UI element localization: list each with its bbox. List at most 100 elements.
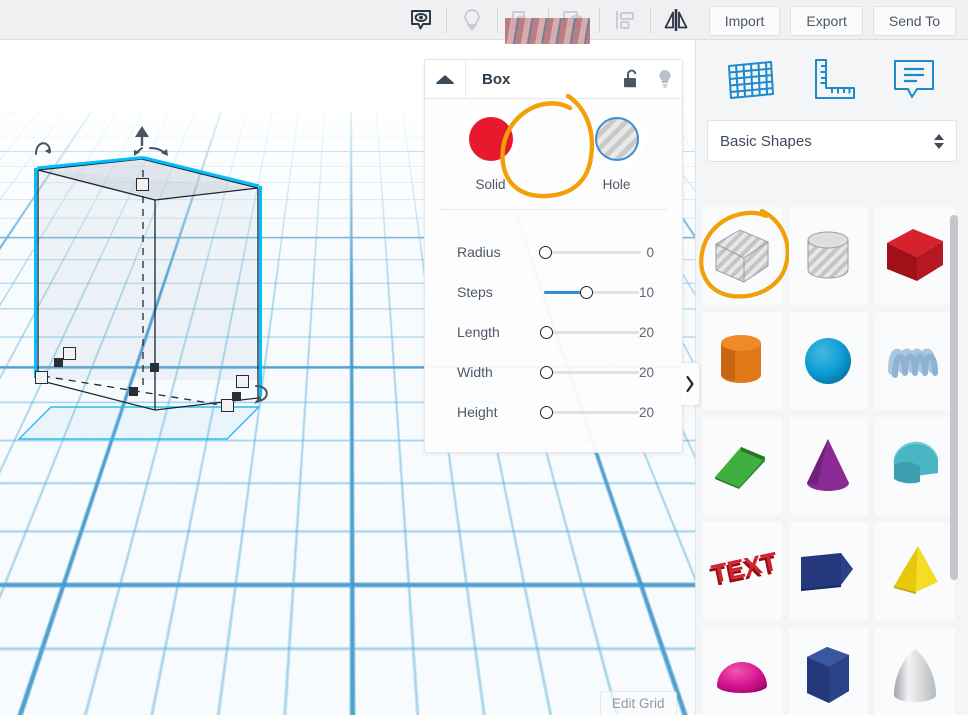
- align-tool[interactable]: [600, 0, 650, 39]
- resize-handle-small-3[interactable]: [150, 363, 159, 372]
- workplane-icon: [728, 61, 775, 99]
- resize-handle-top[interactable]: [136, 178, 149, 191]
- rotate-handle-right[interactable]: [248, 380, 282, 410]
- shape-hexagon[interactable]: [788, 627, 869, 715]
- shape-polygon-wedge[interactable]: [788, 522, 869, 620]
- top-toolbar: Import Export Send To: [0, 0, 968, 40]
- slider-row-height: Height 20: [425, 392, 682, 432]
- cyan-halfcylinder-thumb: [893, 441, 939, 484]
- chevron-right-icon: [686, 375, 694, 393]
- shape-library-select[interactable]: Basic Shapes: [707, 120, 957, 162]
- red-box-thumb: [887, 229, 944, 281]
- shapes-scrollbar-thumb[interactable]: [950, 215, 958, 580]
- radius-value[interactable]: 0: [646, 245, 654, 260]
- shapes-sidebar: Basic Shapes TEXT TEXT: [695, 40, 968, 715]
- steps-label: Steps: [457, 284, 493, 300]
- shape-cone[interactable]: [788, 417, 869, 515]
- yellow-pyramid-thumb: [894, 546, 939, 594]
- shape-properties-panel: Box Solid Hole Radius 0 Steps 10 Length …: [424, 59, 683, 453]
- mode-swatches: Solid Hole: [425, 93, 682, 209]
- width-slider-knob[interactable]: [540, 365, 554, 379]
- blue-hexprism-thumb: [807, 647, 850, 703]
- width-slider-track[interactable]: [540, 365, 639, 379]
- steps-value[interactable]: 10: [639, 285, 654, 300]
- shapes-scrollbar-track[interactable]: [950, 208, 963, 708]
- spinner-arrows-icon: [934, 133, 944, 149]
- hole-cylinder-thumb: [807, 231, 849, 279]
- ruler-icon: [814, 59, 855, 99]
- notes-tool[interactable]: [889, 56, 939, 104]
- edit-grid-button[interactable]: Edit Grid: [600, 691, 677, 715]
- hole-box-thumb: [714, 229, 769, 283]
- length-slider-track[interactable]: [540, 325, 639, 339]
- scribble-thumb: [888, 348, 939, 378]
- shape-half-sphere[interactable]: [702, 627, 782, 715]
- rotate-handle-left[interactable]: [30, 132, 64, 162]
- panel-title: Box: [482, 70, 511, 88]
- radius-slider-knob[interactable]: [538, 245, 552, 259]
- solid-mode-option[interactable]: Solid: [452, 116, 530, 192]
- panel-collapse-button[interactable]: [425, 60, 466, 98]
- slider-divider: [439, 209, 668, 210]
- resize-handle-small-1[interactable]: [54, 358, 63, 367]
- resize-handle-front-left[interactable]: [63, 347, 76, 360]
- import-button[interactable]: Import: [708, 6, 781, 36]
- steps-slider-knob[interactable]: [580, 285, 594, 299]
- width-value[interactable]: 20: [639, 365, 654, 380]
- height-slider-track[interactable]: [540, 405, 639, 419]
- shape-library-wrap: Basic Shapes: [696, 120, 968, 162]
- resize-handle-small-2[interactable]: [129, 387, 138, 396]
- slider-row-steps: Steps 10: [425, 272, 682, 312]
- shape-tube[interactable]: [875, 417, 955, 515]
- shape-paraboloid[interactable]: [875, 627, 955, 715]
- resize-handle-left[interactable]: [35, 371, 48, 384]
- send-to-button[interactable]: Send To: [872, 6, 956, 36]
- triangle-up-icon: [436, 75, 454, 84]
- notes-icon: [893, 60, 934, 98]
- move-up-handle[interactable]: [128, 124, 178, 158]
- background-object-preview: [505, 18, 590, 44]
- hole-mode-option[interactable]: Hole: [578, 116, 656, 192]
- shape-roof[interactable]: [702, 417, 782, 515]
- height-slider-knob[interactable]: [540, 405, 554, 419]
- shape-cylinder[interactable]: [702, 312, 782, 410]
- panel-expand-handle[interactable]: [681, 362, 700, 406]
- properties-panel-header: Box: [425, 60, 682, 99]
- orange-cylinder-thumb: [720, 335, 761, 383]
- length-label: Length: [457, 324, 500, 340]
- shape-cylinder-hole[interactable]: [788, 207, 869, 305]
- resize-handle-right[interactable]: [236, 375, 249, 388]
- pink-dome-thumb: [716, 662, 767, 693]
- hole-color-swatch[interactable]: [594, 116, 639, 161]
- shape-box-hole[interactable]: [699, 207, 790, 305]
- shape-pyramid[interactable]: [875, 522, 955, 620]
- navy-polygon-thumb: [801, 553, 854, 591]
- height-label: Height: [457, 404, 498, 420]
- tinkercad-app: Import Export Send To Edit Grid Box Soli…: [0, 0, 968, 715]
- ruler-tool[interactable]: [808, 56, 858, 104]
- sidebar-tools: [696, 40, 968, 120]
- resize-handle-small-4[interactable]: [232, 392, 241, 401]
- height-value[interactable]: 20: [639, 405, 654, 420]
- view-comment-tool[interactable]: [396, 0, 446, 39]
- shape-sphere[interactable]: [788, 312, 869, 410]
- mirror-tool[interactable]: [651, 0, 701, 39]
- steps-slider-track[interactable]: [544, 285, 639, 299]
- shape-text[interactable]: TEXT TEXT: [702, 522, 782, 620]
- shape-scribble[interactable]: [875, 312, 955, 410]
- shape-library-value: Basic Shapes: [720, 132, 812, 150]
- slider-row-width: Width 20: [425, 352, 682, 392]
- solid-label: Solid: [475, 176, 506, 192]
- light-tool[interactable]: [447, 0, 497, 39]
- length-value[interactable]: 20: [639, 325, 654, 340]
- workplane-tool[interactable]: [725, 56, 777, 104]
- hole-label: Hole: [602, 176, 631, 192]
- visibility-button[interactable]: [648, 60, 682, 98]
- lock-button[interactable]: [614, 60, 648, 98]
- export-button[interactable]: Export: [790, 6, 863, 36]
- length-slider-knob[interactable]: [540, 325, 554, 339]
- radius-slider-track[interactable]: [538, 245, 641, 259]
- shape-box[interactable]: [875, 207, 955, 305]
- solid-color-swatch[interactable]: [468, 116, 513, 161]
- width-label: Width: [457, 364, 493, 380]
